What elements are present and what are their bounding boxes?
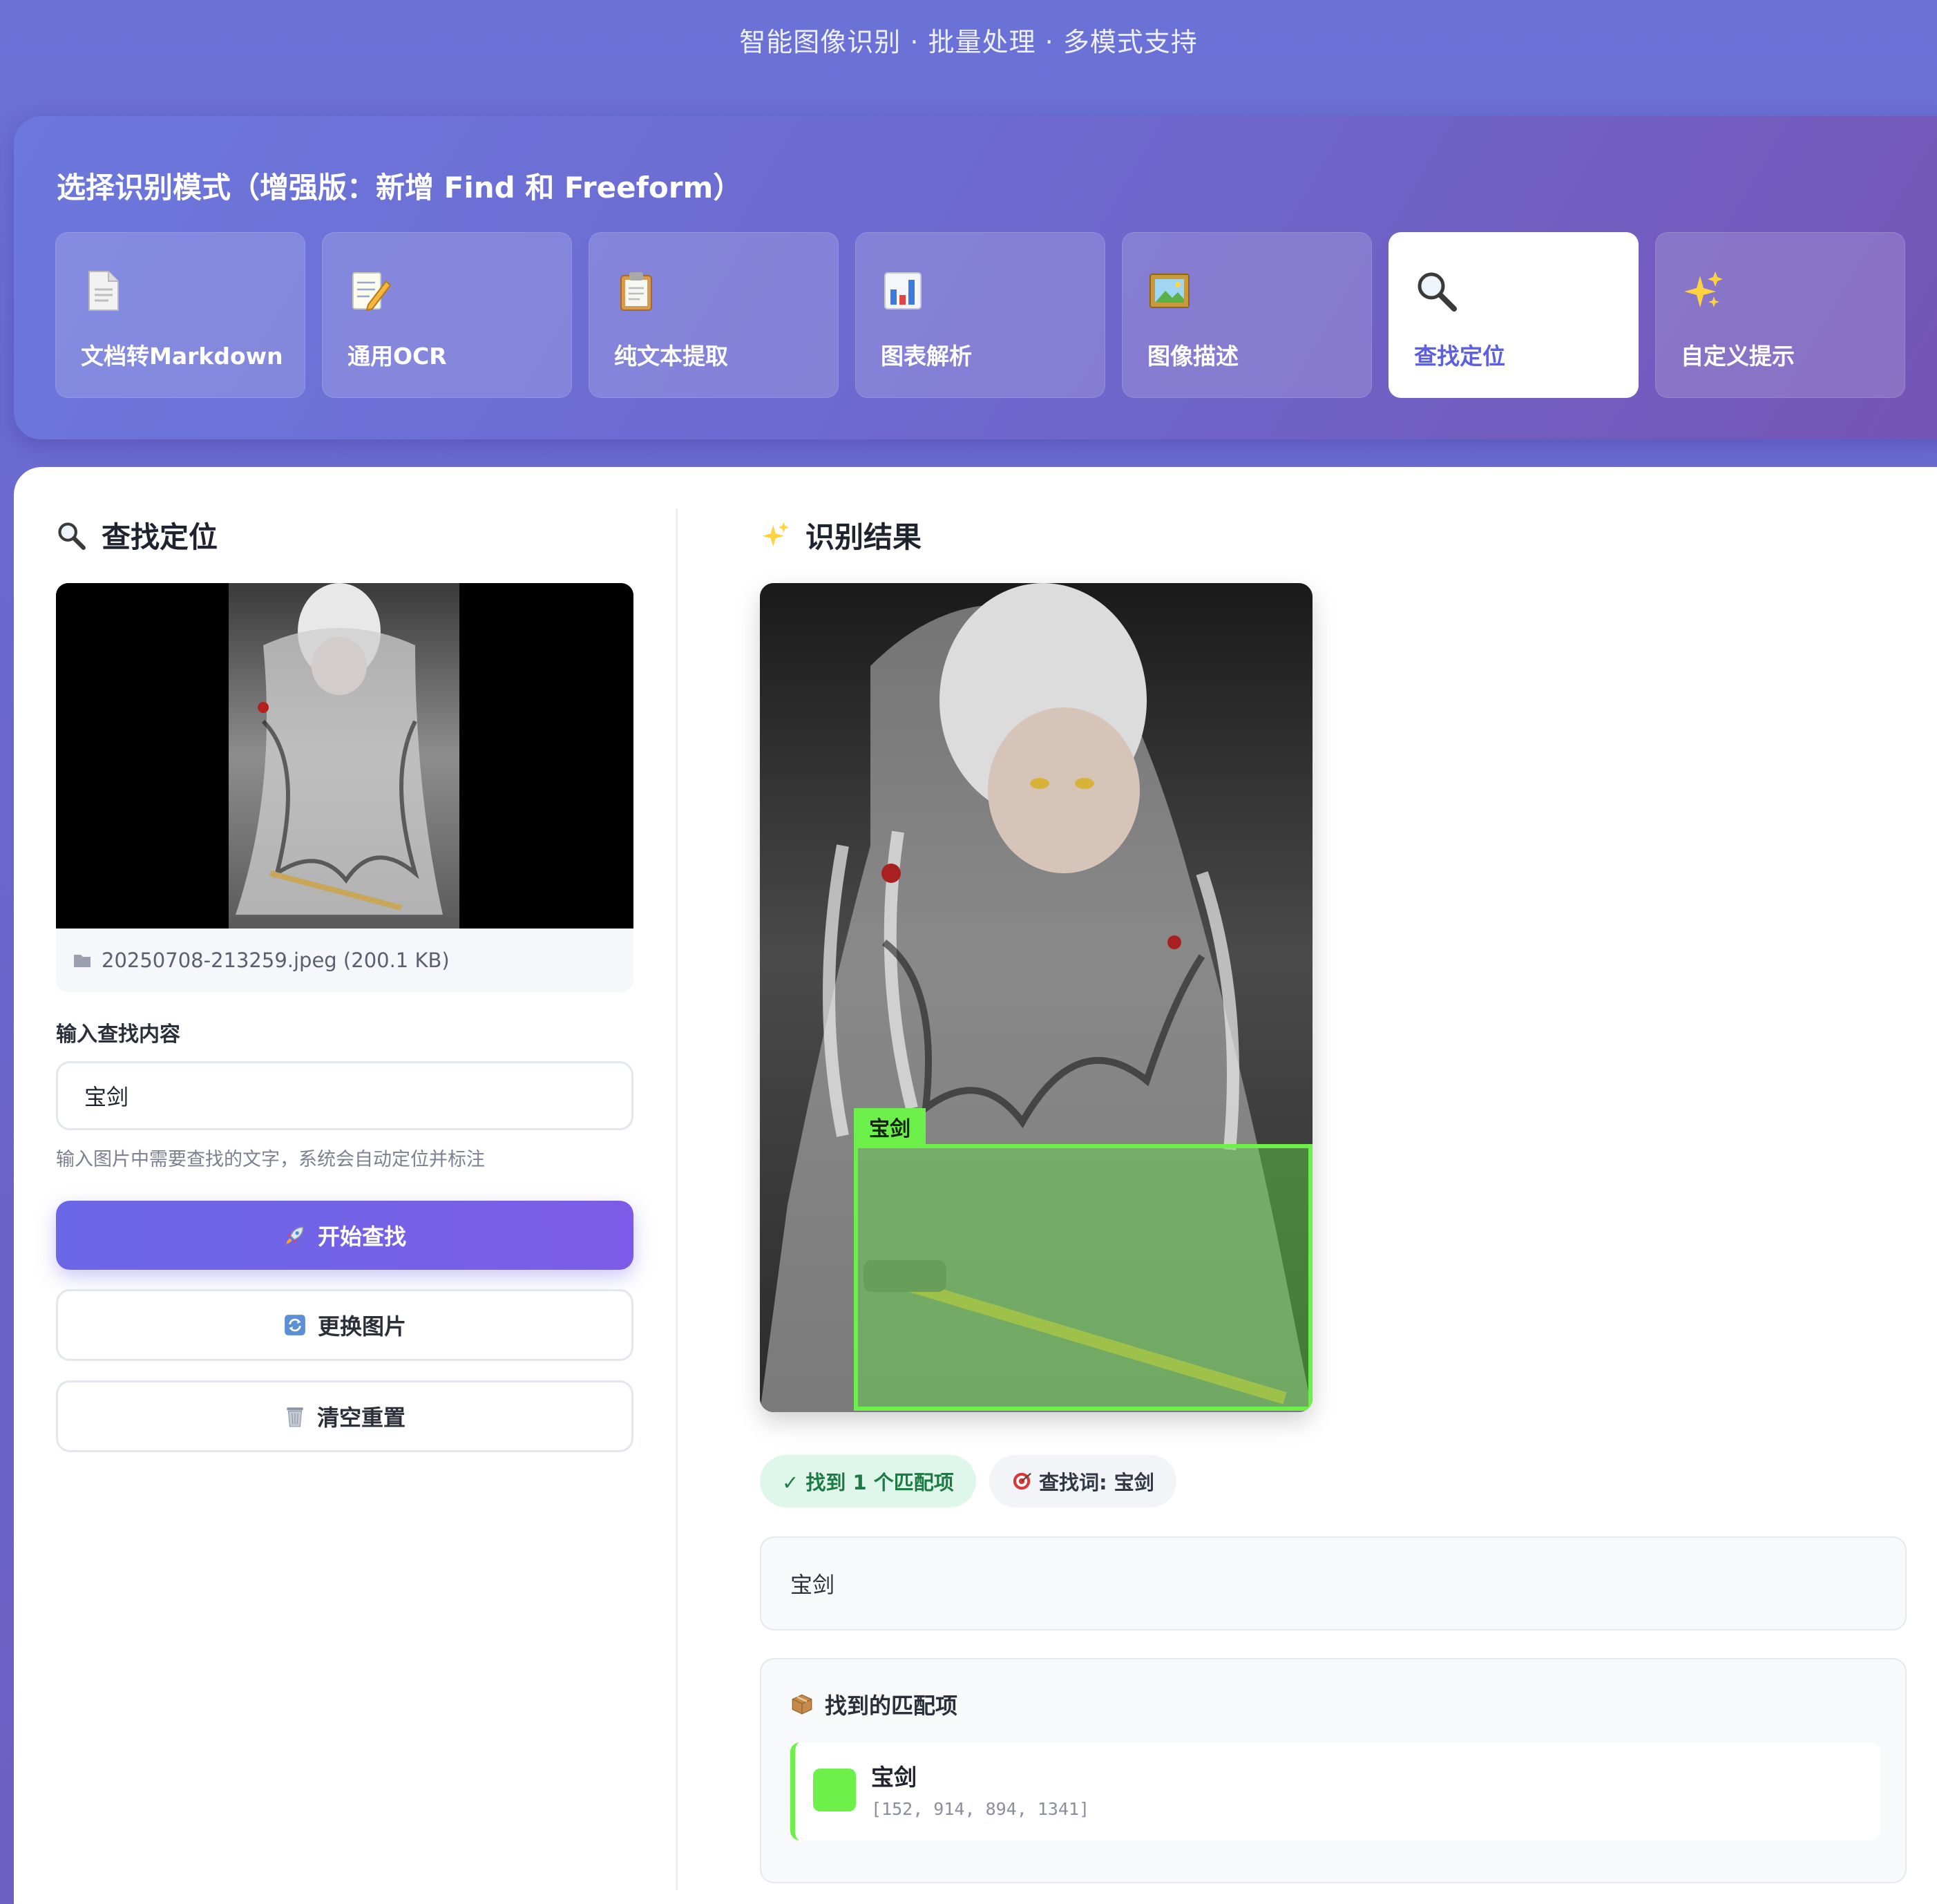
match-item[interactable]: 宝剑 [152, 914, 894, 1341] bbox=[790, 1742, 1880, 1840]
memo-icon bbox=[352, 272, 392, 312]
result-text-box: 宝剑 bbox=[760, 1536, 1907, 1630]
left-title-text: 查找定位 bbox=[102, 520, 218, 554]
file-icon bbox=[74, 955, 90, 967]
app-subtitle: 智能图像识别 · 批量处理 · 多模式支持 bbox=[739, 27, 1198, 57]
mode-card-chart[interactable]: 图表解析 bbox=[855, 232, 1105, 398]
magnifier-icon bbox=[58, 522, 86, 550]
mode-card-find[interactable]: 查找定位 bbox=[1389, 232, 1639, 398]
match-color-swatch bbox=[813, 1769, 856, 1811]
search-term-badge: 查找词: 宝剑 bbox=[989, 1455, 1176, 1507]
uploaded-image bbox=[56, 583, 633, 929]
mode-selector-title: 选择识别模式（增强版：新增 Find 和 Freeform） bbox=[57, 171, 743, 204]
mode-label: 图像描述 bbox=[1147, 343, 1239, 370]
annotated-result-image: 宝剑 bbox=[760, 583, 1313, 1412]
change-image-label: 更换图片 bbox=[317, 1313, 406, 1340]
clear-reset-label: 清空重置 bbox=[316, 1405, 405, 1431]
sparkles-icon bbox=[1684, 272, 1723, 307]
trash-icon bbox=[287, 1407, 303, 1427]
mode-card-custom-prompt[interactable]: 自定义提示 bbox=[1655, 232, 1905, 398]
matches-title: 找到的匹配项 bbox=[790, 1688, 957, 1720]
mode-label: 图表解析 bbox=[881, 343, 972, 370]
bounding-box-label: 宝剑 bbox=[854, 1108, 926, 1145]
matches-panel: 找到的匹配项 宝剑 [152, 914, 894, 1341] bbox=[760, 1658, 1907, 1883]
search-hint: 输入图片中需要查找的文字，系统会自动定位并标注 bbox=[56, 1149, 485, 1170]
start-search-label: 开始查找 bbox=[317, 1224, 406, 1250]
mode-card-image-description[interactable]: 图像描述 bbox=[1122, 232, 1372, 398]
mode-selector-panel: 选择识别模式（增强版：新增 Find 和 Freeform） 文档转Markdo… bbox=[14, 116, 1937, 439]
rocket-icon bbox=[286, 1226, 304, 1244]
change-image-button[interactable]: 更换图片 bbox=[56, 1289, 633, 1361]
file-info-bar: 20250708-213259.jpeg (200.1 KB) bbox=[56, 929, 633, 992]
right-title-text: 识别结果 bbox=[805, 520, 922, 554]
mode-label: 纯文本提取 bbox=[614, 343, 728, 370]
match-coordinates: [152, 914, 894, 1341] bbox=[871, 1799, 1090, 1819]
package-icon bbox=[792, 1694, 812, 1715]
start-search-button[interactable]: 开始查找 bbox=[56, 1201, 633, 1270]
framed-picture-icon bbox=[1149, 274, 1190, 308]
matches-title-text: 找到的匹配项 bbox=[825, 1693, 958, 1719]
uploaded-image-preview bbox=[56, 583, 633, 929]
column-divider bbox=[676, 508, 678, 1890]
mode-label: 查找定位 bbox=[1414, 343, 1505, 370]
clipboard-icon bbox=[620, 272, 652, 311]
mode-label: 自定义提示 bbox=[1681, 343, 1795, 370]
result-text: 宝剑 bbox=[790, 1572, 835, 1598]
found-count-text: ✓ 找到 1 个匹配项 bbox=[782, 1471, 954, 1494]
match-label: 宝剑 bbox=[871, 1764, 917, 1791]
magnifier-icon bbox=[1418, 272, 1457, 312]
mode-card-plain-text[interactable]: 纯文本提取 bbox=[589, 232, 839, 398]
main-panel: 查找定位 20250708-213259.jpeg (200.1 KB) 输入查… bbox=[14, 467, 1937, 1904]
file-info-text: 20250708-213259.jpeg (200.1 KB) bbox=[102, 949, 450, 972]
mode-label: 通用OCR bbox=[347, 343, 447, 370]
search-term-text: 查找词: 宝剑 bbox=[1039, 1471, 1154, 1494]
right-section-title: 识别结果 bbox=[760, 514, 922, 556]
document-icon bbox=[88, 271, 119, 311]
search-input[interactable] bbox=[56, 1061, 633, 1130]
mode-card-ocr[interactable]: 通用OCR bbox=[322, 232, 572, 398]
search-input-label: 输入查找内容 bbox=[56, 1022, 180, 1047]
bar-chart-icon bbox=[884, 272, 922, 310]
clear-reset-button[interactable]: 清空重置 bbox=[56, 1380, 633, 1452]
left-section-title: 查找定位 bbox=[56, 514, 218, 556]
found-count-badge: ✓ 找到 1 个匹配项 bbox=[760, 1455, 976, 1507]
mode-label: 文档转Markdown bbox=[81, 343, 283, 370]
sparkles-icon bbox=[762, 522, 789, 546]
target-icon bbox=[1013, 1472, 1031, 1490]
mode-card-markdown[interactable]: 文档转Markdown bbox=[55, 232, 305, 398]
match-bounding-box bbox=[854, 1144, 1313, 1411]
refresh-icon bbox=[285, 1315, 305, 1335]
